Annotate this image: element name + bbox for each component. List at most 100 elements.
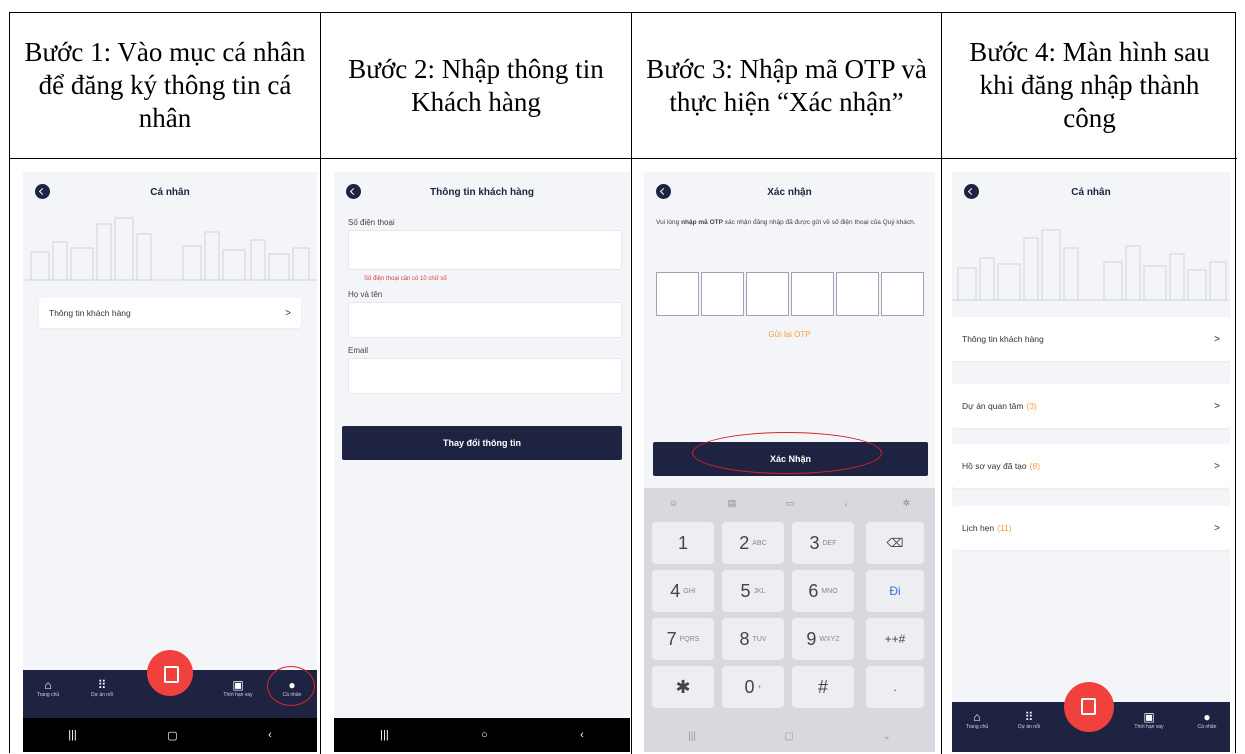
key-8[interactable]: Đi — [866, 570, 924, 612]
phone-error-text: Số điện thoại cần có 10 chữ số — [364, 276, 447, 282]
key-16[interactable]: . — [866, 666, 924, 708]
back-icon[interactable] — [964, 184, 979, 199]
nav-projects[interactable]: ⠿ Dự án nổi — [85, 678, 119, 698]
back-icon[interactable] — [346, 184, 361, 199]
menu-item-loan-files[interactable]: Hồ sơ vay đã tạo (8) > — [952, 444, 1230, 488]
key-sub-label: + — [757, 683, 762, 691]
menu-item-label: Dự án quan tâm — [962, 401, 1024, 411]
top-bar: Xác nhận — [644, 172, 935, 212]
step-1-title: Bước 1: Vào mục cá nhân để đăng ký thông… — [10, 13, 320, 159]
email-label: Email — [348, 346, 369, 355]
key-main-label: Đi — [889, 584, 901, 598]
menu-item-appointments[interactable]: Lịch hẹn (11) > — [952, 506, 1230, 550]
center-action-button[interactable] — [1064, 682, 1114, 732]
step-1-cell: Cá nhân Thông tin khách hàng > ⌂ Trang c… — [10, 159, 320, 754]
back-arrow-icon[interactable]: ‹ — [268, 729, 272, 741]
key-main-label: 9 — [806, 628, 817, 649]
user-icon: ● — [1203, 710, 1211, 724]
otp-digit-6[interactable] — [881, 272, 924, 316]
key-7[interactable]: 6 MNO — [792, 570, 854, 612]
key-sub-label: JKL — [753, 587, 766, 595]
page-title: Cá nhân — [1071, 186, 1111, 198]
keyboard-toolbar: ☺ ▤ ▭ ♩ ✲ — [644, 488, 935, 518]
key-main-label: 5 — [740, 580, 751, 601]
step-4-title: Bước 4: Màn hình sau khi đăng nhập thành… — [942, 13, 1237, 159]
grid-icon: ⠿ — [97, 678, 107, 692]
recents-icon[interactable]: ||| — [688, 731, 696, 742]
menu-item-label: Thông tin khách hàng — [49, 308, 131, 318]
key-sub-label: GHI — [683, 587, 696, 595]
key-12[interactable]: ++# — [866, 618, 924, 660]
key-9[interactable]: 7 PQRS — [652, 618, 714, 660]
recents-icon[interactable]: ||| — [380, 729, 389, 741]
home-button-icon[interactable]: ▢ — [784, 731, 793, 742]
menu-item-customer-info[interactable]: Thông tin khách hàng > — [39, 298, 301, 328]
home-button-icon[interactable]: ▢ — [167, 729, 177, 742]
key-15[interactable]: # — [792, 666, 854, 708]
update-info-button[interactable]: Thay đổi thông tin — [342, 426, 622, 460]
menu-item-label: Hồ sơ vay đã tạo — [962, 461, 1027, 471]
page-title: Cá nhân — [150, 186, 190, 198]
page-title: Xác nhận — [767, 186, 812, 198]
emoji-icon[interactable]: ☺ — [669, 498, 678, 508]
grid-icon: ⠿ — [1024, 710, 1034, 724]
email-field[interactable] — [348, 358, 622, 394]
key-main-label: ++# — [884, 632, 906, 646]
chevron-right-icon: > — [1214, 333, 1220, 345]
step-3-column: Bước 3: Nhập mã OTP và thực hiện “Xác nh… — [632, 13, 942, 754]
nav-projects[interactable]: ⠿ Dự án nổi — [1012, 710, 1046, 730]
key-5[interactable]: 4 GHI — [652, 570, 714, 612]
key-6[interactable]: 5 JKL — [722, 570, 784, 612]
key-main-label: 6 — [808, 580, 819, 601]
numeric-keyboard: ☺ ▤ ▭ ♩ ✲ 1 2 ABC 3 DEF ⌫ 4 GHI 5 JKL 6 MNO Đi 7 PQRS 8 TUV 9… — [644, 488, 935, 752]
key-4[interactable]: ⌫ — [866, 522, 924, 564]
menu-item-projects[interactable]: Dự án quan tâm (3) > — [952, 384, 1230, 428]
back-icon[interactable] — [656, 184, 671, 199]
otp-digit-2[interactable] — [701, 272, 744, 316]
clipboard-icon[interactable]: ▤ — [728, 498, 737, 509]
key-sub-label: MNO — [821, 587, 838, 595]
settings-icon[interactable]: ✲ — [903, 498, 911, 509]
menu-item-customer-info[interactable]: Thông tin khách hàng > — [952, 317, 1230, 361]
key-11[interactable]: 9 WXYZ — [792, 618, 854, 660]
menu-item-label: Lịch hẹn — [962, 523, 995, 533]
step-1-column: Bước 1: Vào mục cá nhân để đăng ký thông… — [10, 13, 321, 754]
otp-digit-4[interactable] — [791, 272, 834, 316]
back-arrow-icon[interactable]: ‹ — [580, 729, 584, 741]
key-14[interactable]: 0 + — [722, 666, 784, 708]
recents-icon[interactable]: ||| — [68, 729, 77, 741]
chevron-down-icon[interactable]: ⌄ — [882, 731, 890, 742]
system-nav-bar: ||| ○ ‹ — [334, 718, 630, 752]
home-icon: ⌂ — [973, 710, 981, 724]
key-main-label: ✱ — [675, 676, 691, 697]
nav-loans[interactable]: ▣ Thời hạn vay — [221, 678, 255, 698]
nav-home[interactable]: ⌂ Trang chủ — [960, 710, 994, 730]
otp-digit-1[interactable] — [656, 272, 699, 316]
mic-icon[interactable]: ♩ — [844, 498, 853, 508]
home-button-icon[interactable]: ○ — [481, 729, 488, 741]
back-icon[interactable] — [35, 184, 50, 199]
step-3-title: Bước 3: Nhập mã OTP và thực hiện “Xác nh… — [632, 13, 941, 159]
phone-field[interactable] — [348, 230, 622, 270]
nav-loans[interactable]: ▣ Thời hạn vay — [1132, 710, 1166, 730]
center-action-button[interactable] — [147, 650, 193, 696]
key-2[interactable]: 2 ABC — [722, 522, 784, 564]
key-main-label: ⌫ — [886, 536, 904, 550]
step-2-cell: Thông tin khách hàng Số điện thoại Số đi… — [321, 159, 631, 754]
system-nav-bar: ||| ▢ ⌄ — [644, 720, 935, 752]
name-field[interactable] — [348, 302, 622, 338]
otp-digit-5[interactable] — [836, 272, 879, 316]
keyboard-icon[interactable]: ▭ — [786, 498, 795, 509]
key-10[interactable]: 8 TUV — [722, 618, 784, 660]
resend-otp-link[interactable]: Gửi lại OTP — [644, 330, 935, 339]
key-13[interactable]: ✱ — [652, 666, 714, 708]
nav-profile[interactable]: ● Cá nhân — [1190, 710, 1224, 730]
key-sub-label: TUV — [752, 635, 767, 643]
home-icon: ⌂ — [44, 678, 52, 692]
otp-digit-3[interactable] — [746, 272, 789, 316]
key-3[interactable]: 3 DEF — [792, 522, 854, 564]
nav-home[interactable]: ⌂ Trang chủ — [31, 678, 65, 698]
key-main-label: . — [893, 680, 897, 694]
key-1[interactable]: 1 — [652, 522, 714, 564]
key-sub-label: DEF — [822, 539, 837, 547]
